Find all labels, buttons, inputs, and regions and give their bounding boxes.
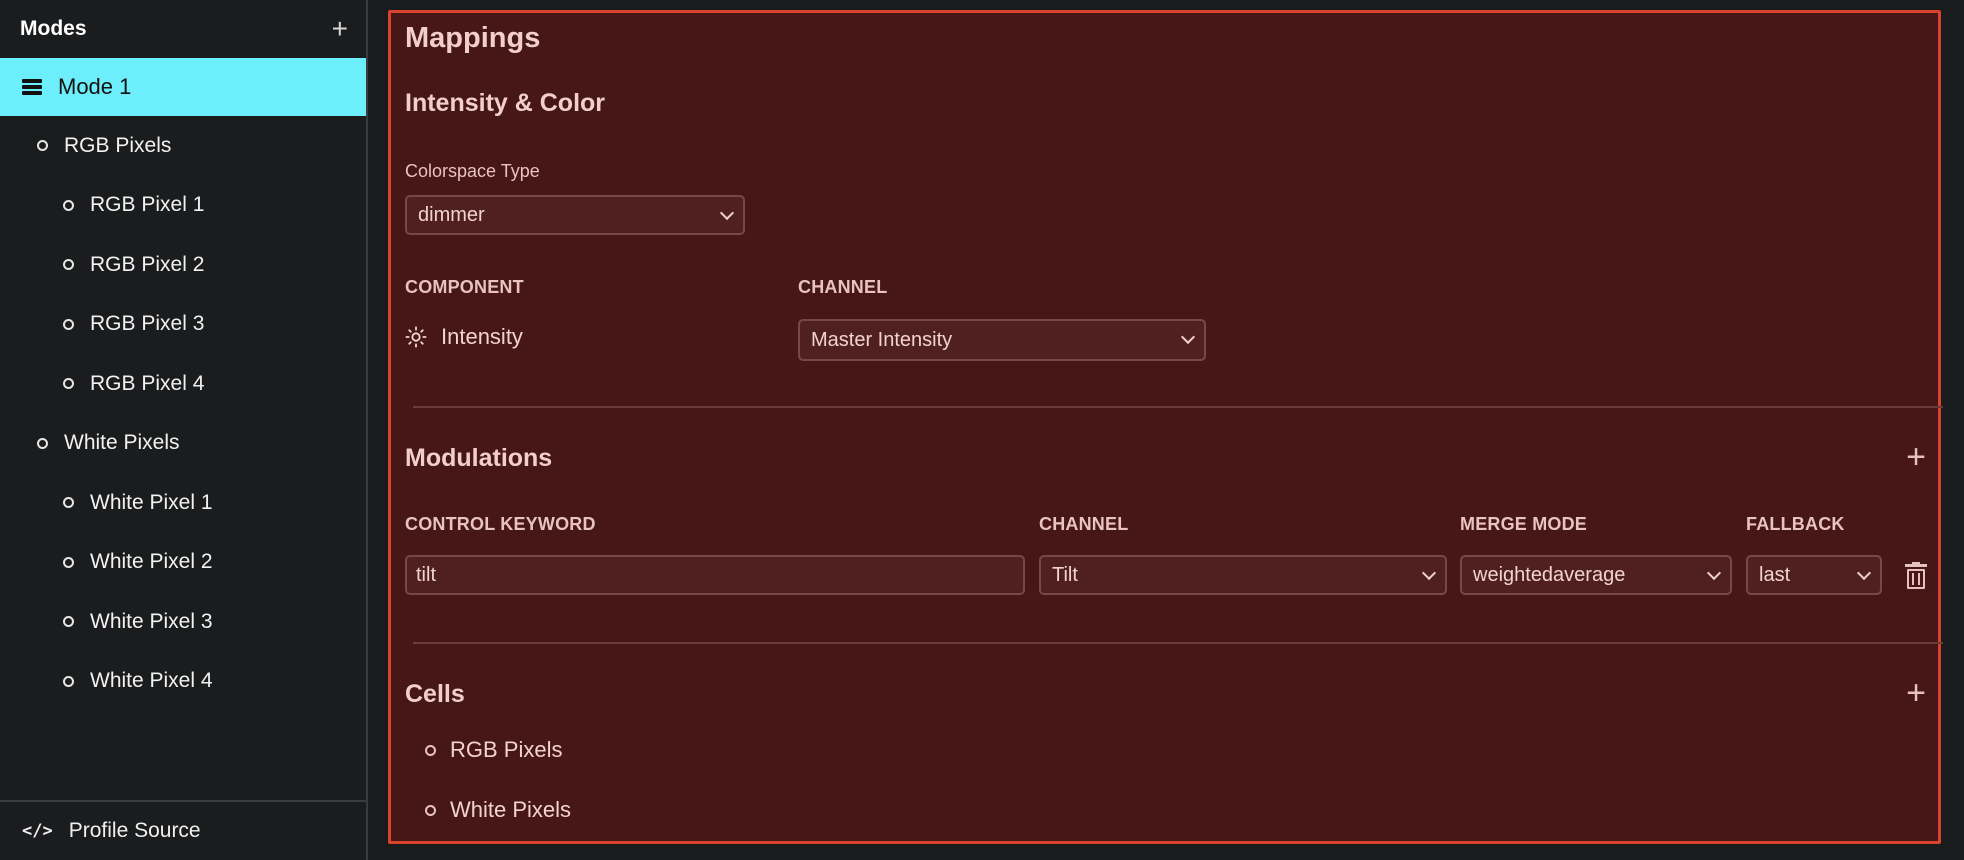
- fallback-header: FALLBACK: [1746, 514, 1845, 534]
- tree-item-rgb-pixel-4[interactable]: RGB Pixel 4: [0, 354, 366, 414]
- circle-icon: [63, 199, 74, 211]
- mode-label: Mode 1: [58, 74, 132, 99]
- sun-icon: [405, 326, 427, 348]
- page-title: Mappings: [405, 22, 541, 54]
- circle-icon: [37, 437, 48, 449]
- modulations-heading: Modulations: [405, 444, 553, 472]
- tree-item-rgb-pixel-3[interactable]: RGB Pixel 3: [0, 295, 366, 355]
- circle-icon: [63, 497, 74, 509]
- circle-icon: [63, 378, 74, 390]
- circle-icon: [63, 259, 74, 271]
- add-cell-button[interactable]: +: [1906, 676, 1926, 710]
- channel-column-header: CHANNEL: [798, 277, 888, 297]
- tree-item-white-pixel-4[interactable]: White Pixel 4: [0, 652, 366, 712]
- modulation-channel-select[interactable]: Tilt: [1039, 555, 1447, 595]
- component-column-header: COMPONENT: [405, 277, 524, 297]
- tree-item-white-pixel-1[interactable]: White Pixel 1: [0, 473, 366, 533]
- colorspace-label: Colorspace Type: [405, 161, 540, 181]
- tree-item-rgb-pixels[interactable]: RGB Pixels: [0, 116, 366, 176]
- circle-icon: [63, 556, 74, 568]
- chevron-down-icon: [719, 205, 735, 221]
- control-keyword-input[interactable]: tilt: [405, 555, 1025, 595]
- tree-item-label: RGB Pixels: [64, 133, 172, 157]
- control-keyword-value: tilt: [416, 563, 436, 586]
- modulation-channel-header: CHANNEL: [1039, 514, 1129, 534]
- chevron-down-icon: [1706, 565, 1722, 581]
- circle-icon: [63, 675, 74, 687]
- sidebar: Modes + Mode 1 RGB Pixels RGB Pixel 1 RG…: [0, 0, 368, 860]
- section-divider: [413, 406, 1943, 408]
- modulation-channel-value: Tilt: [1052, 563, 1078, 586]
- tree-item-rgb-pixel-2[interactable]: RGB Pixel 2: [0, 235, 366, 295]
- circle-icon: [37, 140, 48, 152]
- add-modulation-button[interactable]: +: [1906, 440, 1926, 474]
- control-keyword-header: CONTROL KEYWORD: [405, 514, 596, 534]
- profile-source-button[interactable]: </> Profile Source: [0, 800, 366, 860]
- app-root: Modes + Mode 1 RGB Pixels RGB Pixel 1 RG…: [0, 0, 1964, 860]
- mode-item-mode-1[interactable]: Mode 1: [0, 58, 366, 116]
- tree-item-label: RGB Pixel 3: [90, 312, 205, 336]
- cell-item-white-pixels[interactable]: White Pixels: [425, 797, 571, 823]
- colorspace-value: dimmer: [418, 203, 485, 226]
- circle-icon: [63, 318, 74, 330]
- tree-item-label: RGB Pixel 2: [90, 252, 205, 276]
- component-intensity: Intensity: [405, 324, 523, 350]
- sidebar-title: Modes: [20, 17, 87, 40]
- merge-mode-header: MERGE MODE: [1460, 514, 1588, 534]
- tree-item-label: RGB Pixel 1: [90, 193, 205, 217]
- cell-item-label: RGB Pixels: [450, 737, 563, 762]
- tree-item-label: White Pixel 1: [90, 490, 213, 514]
- chevron-down-icon: [1856, 565, 1872, 581]
- tree-item-label: White Pixel 2: [90, 550, 213, 574]
- cell-item-rgb-pixels[interactable]: RGB Pixels: [425, 737, 562, 763]
- component-label: Intensity: [441, 324, 523, 349]
- tree-item-white-pixels[interactable]: White Pixels: [0, 414, 366, 474]
- intensity-channel-select[interactable]: Master Intensity: [798, 319, 1206, 361]
- sidebar-header: Modes +: [0, 0, 366, 58]
- code-icon: </>: [22, 821, 53, 841]
- tree-item-white-pixel-2[interactable]: White Pixel 2: [0, 533, 366, 593]
- circle-icon: [425, 744, 436, 756]
- circle-icon: [425, 804, 436, 816]
- intensity-channel-value: Master Intensity: [811, 328, 953, 351]
- chevron-down-icon: [1421, 565, 1437, 581]
- tree-item-label: White Pixel 4: [90, 669, 213, 693]
- mappings-panel: Mappings Intensity & Color Colorspace Ty…: [388, 10, 1943, 844]
- colorspace-select[interactable]: dimmer: [405, 195, 745, 235]
- profile-source-label: Profile Source: [68, 819, 201, 842]
- fallback-value: last: [1759, 563, 1791, 586]
- list-icon: [22, 79, 42, 95]
- cell-item-label: White Pixels: [450, 797, 572, 822]
- tree-item-label: RGB Pixel 4: [90, 371, 205, 395]
- tree-item-label: White Pixels: [64, 431, 180, 455]
- tree-item-label: White Pixel 3: [90, 609, 213, 633]
- add-mode-button[interactable]: +: [332, 15, 348, 43]
- cells-heading: Cells: [405, 680, 465, 708]
- tree-item-rgb-pixel-1[interactable]: RGB Pixel 1: [0, 176, 366, 236]
- chevron-down-icon: [1180, 329, 1196, 345]
- circle-icon: [63, 616, 74, 628]
- delete-modulation-button[interactable]: [1905, 562, 1927, 590]
- intensity-heading: Intensity & Color: [405, 89, 606, 117]
- mode-tree: RGB Pixels RGB Pixel 1 RGB Pixel 2 RGB P…: [0, 116, 366, 711]
- tree-item-white-pixel-3[interactable]: White Pixel 3: [0, 592, 366, 652]
- section-divider: [413, 642, 1943, 644]
- fallback-select[interactable]: last: [1746, 555, 1882, 595]
- merge-mode-select[interactable]: weightedaverage: [1460, 555, 1732, 595]
- merge-mode-value: weightedaverage: [1473, 563, 1626, 586]
